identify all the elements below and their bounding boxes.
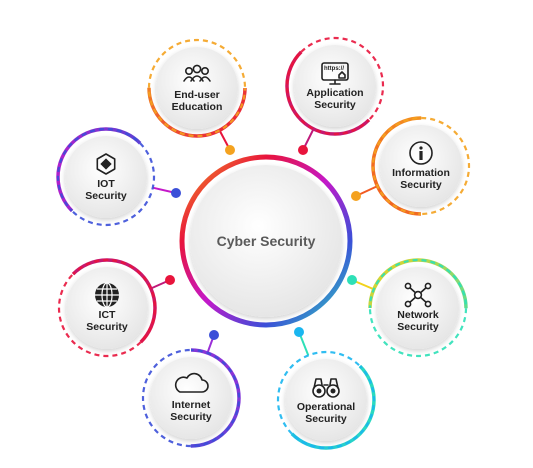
node-disc [150, 357, 232, 439]
iot-security-connector [152, 186, 181, 198]
internet-security-label-line-1: Internet [172, 399, 211, 411]
connector-dot [165, 275, 175, 285]
cyber-security-diagram: End-userEducationhttps://ApplicationSecu… [56, 36, 471, 450]
connector-dot [347, 275, 357, 285]
network-security-label-line-1: Network [397, 309, 439, 321]
node-disc [285, 359, 367, 441]
connector-dot [225, 145, 235, 155]
internet-security-node: InternetSecurity [141, 348, 241, 448]
internet-security-connector [206, 330, 219, 354]
ict-security-label-line-1: ICT [99, 309, 117, 321]
network-security-node: NetworkSecurity [368, 258, 468, 358]
application-security-label-line-2: Security [314, 99, 356, 111]
end-user-education-label-line-2: Education [172, 101, 223, 113]
node-disc [66, 267, 148, 349]
center-label: Cyber Security [217, 233, 316, 249]
connector-dot [171, 188, 181, 198]
node-disc [294, 45, 376, 127]
information-security-label-line-2: Security [400, 179, 442, 191]
connector-dot [209, 330, 219, 340]
ict-security-connector [150, 275, 175, 290]
connector-dot [351, 191, 361, 201]
https-label: https:// [324, 66, 344, 72]
node-disc [65, 136, 147, 218]
ict-security-label-line-2: Security [86, 321, 128, 333]
operational-security-connector [294, 327, 310, 356]
internet-security-label-line-2: Security [170, 411, 212, 423]
operational-security-label-line-2: Security [305, 413, 347, 425]
center-hub: Cyber Security [179, 154, 353, 328]
operational-security-label-line-1: Operational [297, 401, 355, 413]
node-disc [380, 125, 462, 207]
iot-security-node: IOTSecurity [56, 127, 156, 227]
application-security-label-line-1: Application [306, 87, 363, 99]
information-security-label-line-1: Information [392, 167, 450, 179]
node-disc [156, 47, 238, 129]
end-user-education-connector [218, 129, 235, 155]
operational-security-node: OperationalSecurity [276, 350, 376, 450]
application-security-node: https:// ApplicationSecurity [285, 36, 385, 136]
network-security-label-line-2: Security [397, 321, 439, 333]
iot-security-label-line-1: IOT [97, 178, 115, 190]
information-security-node: InformationSecurity [371, 116, 471, 216]
iot-security-label-line-2: Security [85, 190, 127, 202]
network-security-connector [347, 275, 375, 291]
node-disc [377, 267, 459, 349]
information-security-connector [351, 185, 378, 201]
end-user-education-node: End-userEducation [147, 38, 247, 138]
globe-icon [95, 282, 119, 308]
connector-dot [294, 327, 304, 337]
connector-dot [298, 145, 308, 155]
ict-security-node: ICTSecurity [57, 258, 157, 358]
end-user-education-label-line-1: End-user [174, 89, 220, 101]
application-security-connector [298, 128, 315, 155]
